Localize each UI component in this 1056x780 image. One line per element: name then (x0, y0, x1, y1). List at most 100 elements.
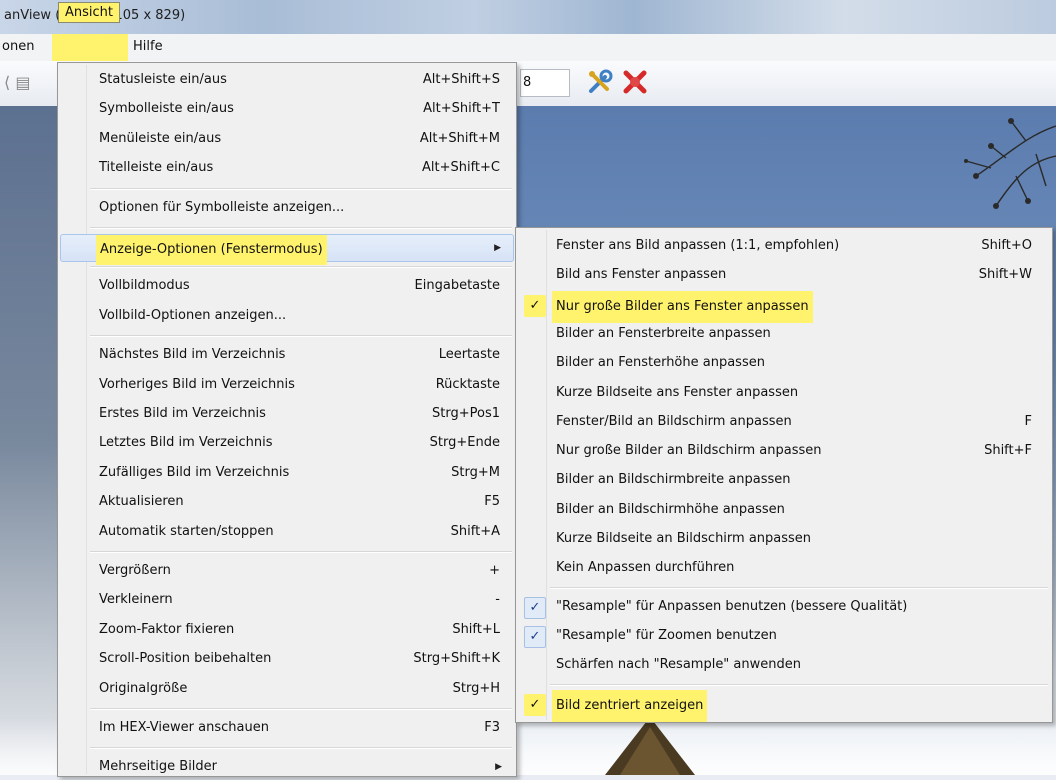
menu-item-scroll-position-beibehalten[interactable]: Scroll-Position beibehalten Strg+Shift+K (60, 646, 514, 672)
ansicht-menu: Statusleiste ein/aus Alt+Shift+S Symbollei… (57, 62, 517, 777)
menu-item-shortcut: Strg+M (451, 464, 500, 480)
menu-item-menüleiste-ein-aus[interactable]: Menüleiste ein/aus Alt+Shift+M (60, 126, 514, 152)
anzeige-optionen-submenu: Fenster ans Bild anpassen (1:1, empfohle… (515, 227, 1053, 723)
menu-item-shortcut: Alt+Shift+S (422, 72, 500, 87)
submenu-item-label: Bilder an Fensterhöhe anpassen (556, 355, 765, 371)
menu-item-statusleiste-ein-aus[interactable]: Statusleiste ein/aus Alt+Shift+S (60, 67, 514, 93)
submenu-item-shortcut: Shift+O (981, 238, 1032, 253)
tools-icon[interactable] (585, 67, 615, 97)
submenu-item-label: Schärfen nach "Resample" anwenden (556, 657, 801, 673)
menu-item-titelleiste-ein-aus[interactable]: Titelleiste ein/aus Alt+Shift+C (60, 155, 514, 181)
menu-item-automatik-starten-stoppen[interactable]: Automatik starten/stoppen Shift+A (60, 519, 514, 545)
menu-item-label: Nächstes Bild im Verzeichnis (99, 347, 286, 363)
menu-item-zufälliges-bild-im-verzeichnis[interactable]: Zufälliges Bild im Verzeichnis Strg+M (60, 460, 514, 486)
menu-item-label: Vollbildmodus (99, 278, 190, 294)
menu-item-shortcut: Rücktaste (435, 376, 500, 392)
menu-item-shortcut: - (495, 592, 500, 608)
submenu-item-bilder-an-bildschirmhöhe-anpassen[interactable]: Bilder an Bildschirmhöhe anpassen (518, 496, 1050, 524)
menu-hilfe[interactable]: Hilfe (133, 39, 163, 54)
menu-item-anzeige-optionen-fenstermodus[interactable]: Anzeige-Optionen (Fenstermodus) ▶ (60, 234, 514, 265)
submenu-item-label: Bild zentriert anzeigen (552, 689, 708, 722)
menu-item-shortcut: Strg+Pos1 (432, 406, 500, 421)
menu-item-label: Originalgröße (99, 680, 188, 696)
submenu-item-label: Bilder an Bildschirmhöhe anpassen (556, 501, 785, 517)
menu-item-vollbildmodus[interactable]: Vollbildmodus Eingabetaste (60, 273, 514, 299)
menu-separator (90, 708, 512, 710)
menu-ansicht[interactable]: Ansicht (58, 2, 121, 23)
menu-item-label: Scroll-Position beibehalten (99, 651, 272, 667)
submenu-item-label: Kein Anpassen durchführen (556, 560, 735, 576)
menu-item-optionen-für-symbolleiste-anzeigen[interactable]: Optionen für Symbolleiste anzeigen... (60, 195, 514, 221)
submenu-separator (550, 586, 1048, 589)
toolbar-partial-icons[interactable]: ⟨ ▤ (4, 73, 30, 92)
menu-item-originalgröße[interactable]: Originalgröße Strg+H (60, 676, 514, 702)
menu-item-erstes-bild-im-verzeichnis[interactable]: Erstes Bild im Verzeichnis Strg+Pos1 (60, 401, 514, 427)
submenu-item-label: Nur große Bilder an Bildschirm anpassen (556, 443, 822, 459)
menu-item-shortcut: Alt+Shift+M (419, 130, 500, 146)
menu-item-aktualisieren[interactable]: Aktualisieren F5 (60, 489, 514, 515)
zoom-field[interactable]: 8 (520, 69, 570, 97)
submenu-item-shortcut: F (1024, 413, 1032, 429)
image-left-edge (0, 106, 60, 775)
submenu-item-schärfen-nach-resample-anwenden[interactable]: Schärfen nach "Resample" anwenden (518, 651, 1050, 679)
submenu-item-nur-große-bilder-ans-fenster-anpassen[interactable]: ✓ Nur große Bilder ans Fenster anpassen (518, 290, 1050, 323)
submenu-item-shortcut: Shift+W (978, 267, 1032, 283)
menu-separator (90, 335, 512, 338)
submenu-item-label: Fenster/Bild an Bildschirm anpassen (556, 413, 792, 429)
submenu-item-label: Nur große Bilder ans Fenster anpassen (552, 290, 813, 323)
submenu-item-bild-zentriert-anzeigen[interactable]: ✓ Bild zentriert anzeigen (518, 689, 1050, 722)
submenu-item-resample-für-anpassen-benutzen-bessere-q[interactable]: ✓ "Resample" für Anpassen benutzen (besse… (518, 593, 1050, 621)
menu-separator (90, 227, 512, 229)
menu-item-label: Titelleiste ein/aus (99, 160, 214, 176)
menu-item-label: Aktualisieren (99, 494, 184, 510)
menu-item-shortcut: + (489, 563, 500, 578)
submenu-item-bilder-an-bildschirmbreite-anpassen[interactable]: Bilder an Bildschirmbreite anpassen (518, 466, 1050, 494)
submenu-separator (550, 683, 1048, 686)
menu-item-label: Optionen für Symbolleiste anzeigen... (99, 199, 345, 215)
menu-item-verkleinern[interactable]: Verkleinern - (60, 587, 514, 613)
menu-item-shortcut: Shift+A (450, 523, 500, 539)
menu-optionen[interactable]: onen (2, 39, 34, 54)
menu-item-im-hex-viewer-anschauen[interactable]: Im HEX-Viewer anschauen F3 (60, 715, 514, 741)
submenu-item-kurze-bildseite-an-bildschirm-anpassen[interactable]: Kurze Bildseite an Bildschirm anpassen (518, 525, 1050, 553)
zoom-field-value: 8 (523, 75, 532, 90)
submenu-item-fenster-bild-an-bildschirm-anpassen[interactable]: Fenster/Bild an Bildschirm anpassen F (518, 408, 1050, 436)
menu-ansicht-highlight (52, 34, 128, 62)
submenu-item-label: Kurze Bildseite ans Fenster anpassen (556, 384, 799, 400)
menu-item-label: Statusleiste ein/aus (99, 72, 227, 87)
menu-item-shortcut: Strg+Ende (429, 435, 500, 451)
menu-separator (90, 187, 512, 190)
title-bar: anView (Zoom: 1105 x 829) (0, 0, 1056, 34)
menu-item-shortcut: Strg+Shift+K (413, 651, 500, 667)
submenu-item-kein-anpassen-durchführen[interactable]: Kein Anpassen durchführen (518, 554, 1050, 582)
submenu-item-bilder-an-fensterbreite-anpassen[interactable]: Bilder an Fensterbreite anpassen (518, 320, 1050, 348)
submenu-item-nur-große-bilder-an-bildschirm-anpassen[interactable]: Nur große Bilder an Bildschirm anpassen S… (518, 437, 1050, 465)
menu-item-symbolleiste-ein-aus[interactable]: Symbolleiste ein/aus Alt+Shift+T (60, 96, 514, 122)
submenu-item-kurze-bildseite-ans-fenster-anpassen[interactable]: Kurze Bildseite ans Fenster anpassen (518, 379, 1050, 407)
menu-item-label: Symbolleiste ein/aus (99, 101, 234, 117)
submenu-item-bild-ans-fenster-anpassen[interactable]: Bild ans Fenster anpassen Shift+W (518, 261, 1050, 289)
menu-item-label: Zufälliges Bild im Verzeichnis (99, 464, 290, 480)
menu-item-vollbild-optionen-anzeigen[interactable]: Vollbild-Optionen anzeigen... (60, 303, 514, 329)
submenu-item-shortcut: Shift+F (984, 443, 1032, 459)
submenu-item-resample-für-zoomen-benutzen[interactable]: ✓ "Resample" für Zoomen benutzen (518, 622, 1050, 650)
menu-item-letztes-bild-im-verzeichnis[interactable]: Letztes Bild im Verzeichnis Strg+Ende (60, 430, 514, 456)
menu-item-vorheriges-bild-im-verzeichnis[interactable]: Vorheriges Bild im Verzeichnis Rücktaste (60, 372, 514, 398)
menu-item-label: Mehrseitige Bilder (99, 759, 218, 775)
submenu-arrow-icon: ▶ (495, 762, 502, 773)
menu-item-zoom-faktor-fixieren[interactable]: Zoom-Faktor fixieren Shift+L (60, 617, 514, 643)
menu-item-vergrößern[interactable]: Vergrößern + (60, 558, 514, 584)
submenu-item-label: "Resample" für Anpassen benutzen (besser… (556, 598, 908, 614)
submenu-item-label: Bilder an Fensterbreite anpassen (556, 325, 771, 341)
menu-item-shortcut: Leertaste (438, 347, 500, 363)
submenu-item-bilder-an-fensterhöhe-anpassen[interactable]: Bilder an Fensterhöhe anpassen (518, 349, 1050, 377)
exit-icon[interactable] (620, 67, 650, 97)
submenu-arrow-icon: ▶ (494, 243, 501, 253)
menu-item-shortcut: Eingabetaste (414, 278, 500, 294)
submenu-item-fenster-ans-bild-anpassen-1-1-empfohlen[interactable]: Fenster ans Bild anpassen (1:1, empfohle… (518, 232, 1050, 260)
menu-item-mehrseitige-bilder[interactable]: Mehrseitige Bilder ▶ (60, 754, 514, 780)
menu-separator (90, 551, 512, 553)
menu-item-nächstes-bild-im-verzeichnis[interactable]: Nächstes Bild im Verzeichnis Leertaste (60, 342, 514, 368)
menu-item-label: Im HEX-Viewer anschauen (99, 720, 269, 735)
menu-item-label: Vollbild-Optionen anzeigen... (99, 307, 287, 323)
